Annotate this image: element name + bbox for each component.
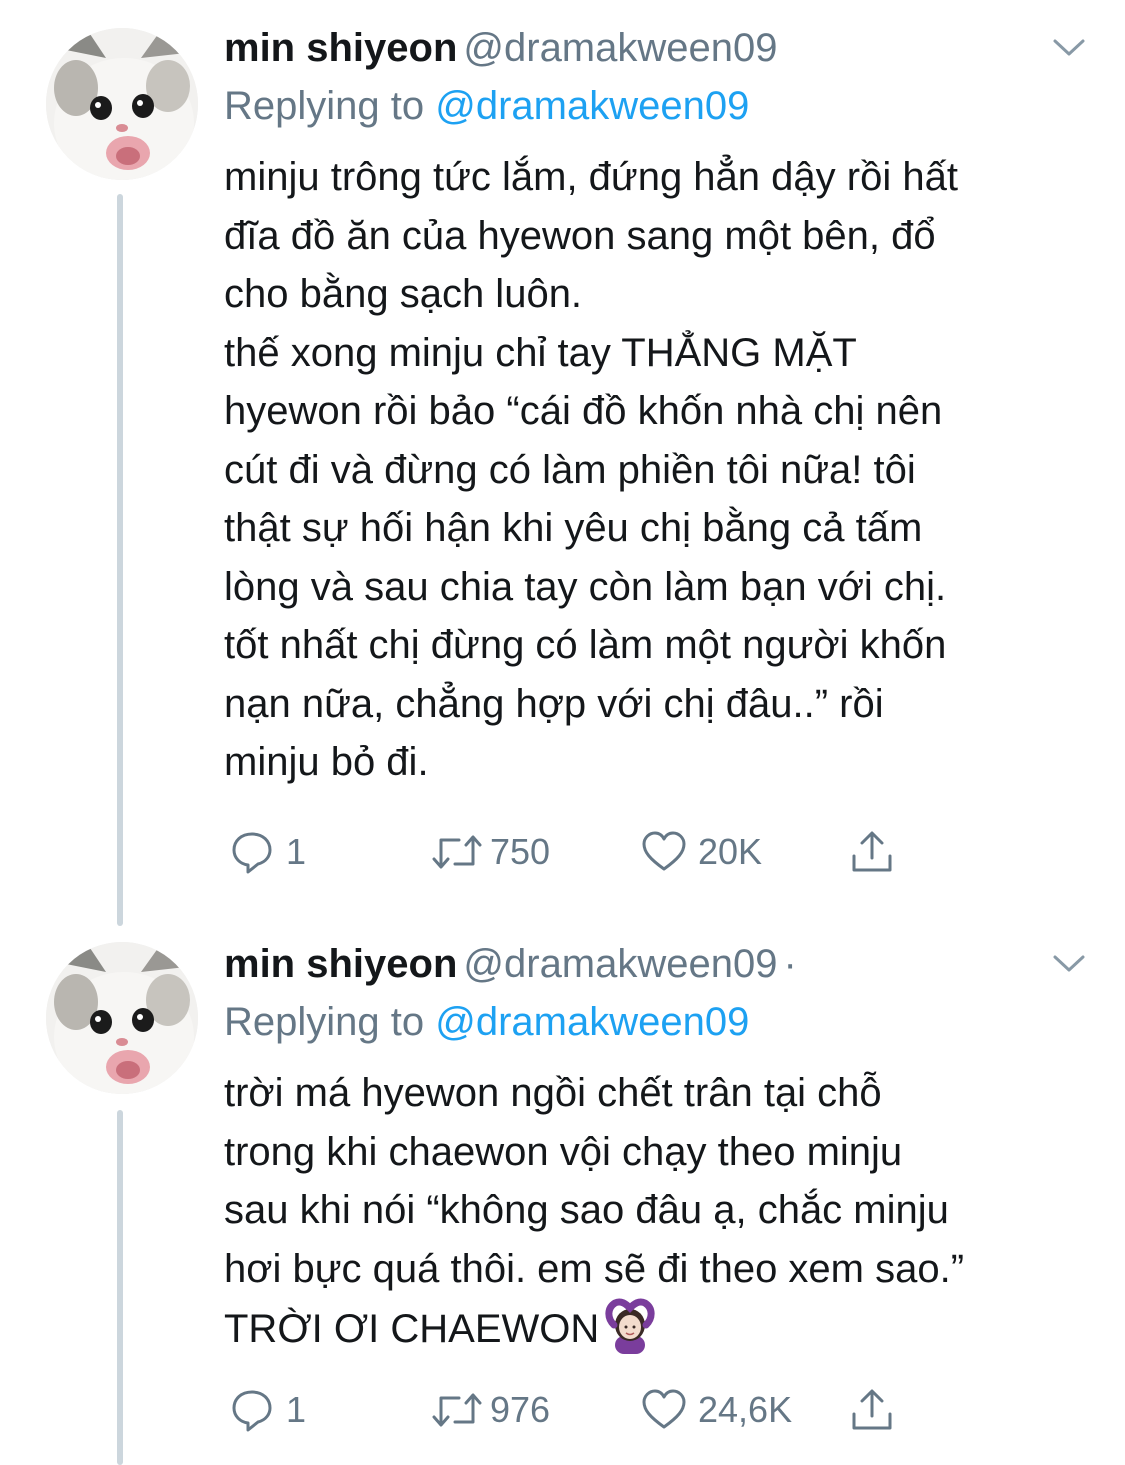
reply-count: 1 xyxy=(286,1389,307,1430)
like-count: 20K xyxy=(698,831,763,872)
share-button[interactable] xyxy=(848,1380,896,1440)
like-count: 24,6K xyxy=(698,1389,793,1430)
like-button[interactable]: 24,6K xyxy=(640,1380,792,1440)
tweet-actions: 1 750 20K xyxy=(224,822,924,882)
user-handle[interactable]: @dramakween09 xyxy=(463,942,777,986)
retweet-icon xyxy=(428,1386,486,1434)
share-icon xyxy=(848,1386,896,1434)
retweet-icon xyxy=(428,828,486,876)
like-button[interactable]: 20K xyxy=(640,822,762,882)
cat-avatar-image xyxy=(46,942,198,1094)
display-name[interactable]: min shiyeon xyxy=(224,26,457,70)
display-name[interactable]: min shiyeon xyxy=(224,942,457,986)
reply-icon xyxy=(228,828,276,876)
replying-prefix: Replying to xyxy=(224,1000,436,1044)
cat-avatar-image xyxy=(46,28,198,180)
share-button[interactable] xyxy=(848,822,896,882)
reply-count: 1 xyxy=(286,831,307,872)
replying-prefix: Replying to xyxy=(224,84,436,128)
separator-dot: · xyxy=(783,942,797,986)
mention-link[interactable]: @dramakween09 xyxy=(435,1000,749,1044)
retweet-button[interactable]: 750 xyxy=(428,822,550,882)
share-icon xyxy=(848,828,896,876)
reply-button[interactable]: 1 xyxy=(228,822,306,882)
tweet-text-content: trời má hyewon ngồi chết trân tại chỗ tr… xyxy=(224,1071,965,1351)
chevron-down-icon[interactable] xyxy=(1049,32,1089,62)
reply-button[interactable]: 1 xyxy=(228,1380,306,1440)
mention-link[interactable]: @dramakween09 xyxy=(435,84,749,128)
replying-to: Replying to @dramakween09 xyxy=(224,998,1095,1046)
retweet-count: 750 xyxy=(490,831,551,872)
heart-icon xyxy=(640,1386,688,1434)
replying-to: Replying to @dramakween09 xyxy=(224,82,1095,130)
tweet[interactable]: min shiyeon @dramakween09 · Replying to @d… xyxy=(0,920,1125,1465)
heart-icon xyxy=(640,828,688,876)
avatar[interactable] xyxy=(46,942,198,1094)
tweet-text: minju trông tức lắm, đứng hẳn dậy rồi hấ… xyxy=(224,155,958,784)
tweet-header: min shiyeon @dramakween09 · xyxy=(224,940,1095,988)
chevron-down-icon[interactable] xyxy=(1049,948,1089,978)
reply-icon xyxy=(228,1386,276,1434)
retweet-button[interactable]: 976 xyxy=(428,1380,550,1440)
person-gesturing-ok-emoji xyxy=(601,1298,659,1354)
tweet-text: trời má hyewon ngồi chết trân tại chỗ tr… xyxy=(224,1064,1095,1359)
tweet-header: min shiyeon @dramakween09 xyxy=(224,24,1095,72)
user-handle[interactable]: @dramakween09 xyxy=(463,26,777,70)
tweet[interactable]: min shiyeon @dramakween09 Replying to @dr… xyxy=(0,0,1125,920)
retweet-count: 976 xyxy=(490,1389,551,1430)
tweet-actions: 1 976 24,6K xyxy=(224,1380,924,1440)
avatar[interactable] xyxy=(46,28,198,180)
